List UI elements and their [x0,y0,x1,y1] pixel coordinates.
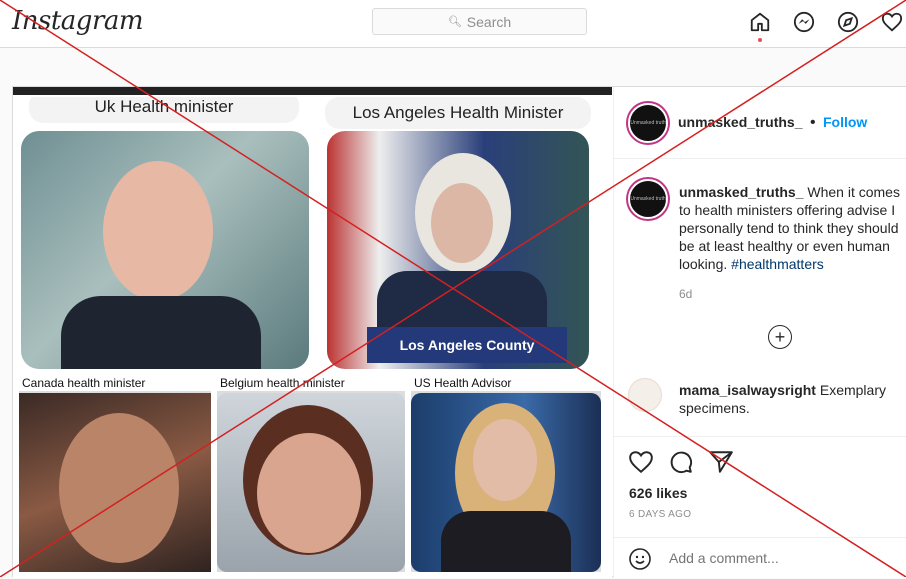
home-icon[interactable] [746,8,774,36]
photo-panel-la: Los Angeles County Los Angeles Health Mi… [315,97,601,369]
post-caption: unmasked_truths_ When it comes to health… [679,183,906,273]
us-advisor-photo [411,393,601,572]
like-heart-icon[interactable] [628,449,656,477]
activity-heart-icon[interactable] [878,8,906,36]
caption-canada: Canada health minister [19,375,211,391]
post-actions: 626 likes 6 DAYS AGO [614,436,906,578]
post-header: Unmasked truth unmasked_truths_ • Follow [614,87,906,159]
load-more-comments-icon[interactable]: + [768,325,792,349]
instagram-logo[interactable]: Instagram [12,6,144,36]
caption-username[interactable]: unmasked_truths_ [679,184,803,200]
caption-author-avatar[interactable]: Unmasked truth [628,179,668,219]
caption-uk: Uk Health minister [29,97,299,123]
post-card: Uk Health minister Los Angeles County Lo… [12,86,906,578]
belgium-minister-photo [217,393,405,572]
author-avatar[interactable]: Unmasked truth [628,103,668,143]
la-county-sign: Los Angeles County [367,327,567,363]
avatar-text: Unmasked truth [630,120,666,126]
likes-count[interactable]: 626 likes [629,485,687,501]
photo-panel-canada: Canada health minister [19,375,211,572]
nav-icons [746,8,906,36]
top-navigation-bar: Instagram 🔍︎ Search [0,0,906,48]
emoji-icon[interactable] [628,547,654,573]
caption-time: 6d [679,287,693,301]
uk-minister-photo [21,131,309,369]
post-header-text: unmasked_truths_ • Follow [678,114,867,132]
author-username[interactable]: unmasked_truths_ [678,114,802,130]
follow-separator: • [809,114,816,131]
follow-button[interactable]: Follow [823,114,867,130]
action-icons [628,449,748,477]
caption-hashtag[interactable]: #healthmatters [731,256,824,272]
commenter-avatar[interactable] [628,378,662,412]
photo-panel-belgium: Belgium health minister [217,375,405,572]
comment-username[interactable]: mama_isalwaysright [679,382,816,398]
comment-item: mama_isalwaysright Exemplary specimens. [679,381,906,417]
caption-us: US Health Advisor [411,375,601,391]
post-image[interactable]: Uk Health minister Los Angeles County Lo… [13,87,612,578]
share-plane-icon[interactable] [708,449,736,477]
search-icon: 🔍︎ [447,16,462,28]
add-comment-input[interactable] [669,550,869,566]
avatar-text: Unmasked truth [630,196,666,202]
canada-minister-photo [19,393,211,572]
photo-panel-uk: Uk Health minister [19,97,309,369]
comment-bubble-icon[interactable] [668,449,696,477]
post-sidebar: Unmasked truth unmasked_truths_ • Follow… [613,87,906,578]
messenger-icon[interactable] [790,8,818,36]
post-date: 6 DAYS AGO [629,509,692,520]
search-box[interactable]: 🔍︎ Search [372,8,587,35]
search-placeholder: Search [466,13,512,30]
add-comment-bar [614,537,906,579]
home-active-dot [758,38,762,42]
caption-la: Los Angeles Health Minister [325,97,591,129]
caption-belgium: Belgium health minister [217,375,405,391]
photo-panel-us: US Health Advisor [411,375,601,572]
la-minister-photo: Los Angeles County [327,131,589,369]
explore-icon[interactable] [834,8,862,36]
